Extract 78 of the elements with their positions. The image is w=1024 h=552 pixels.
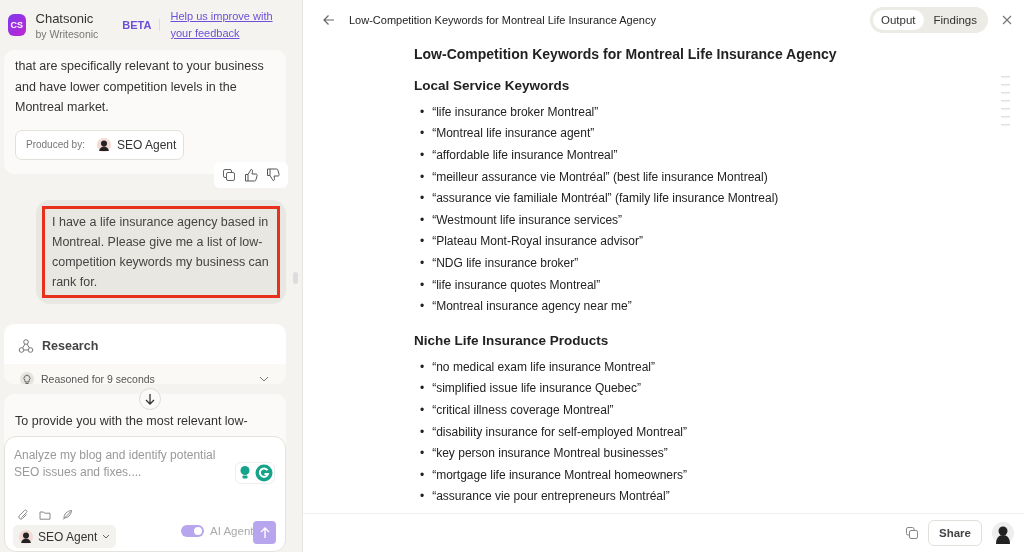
thumbs-down-icon[interactable] <box>266 167 280 182</box>
agent-avatar-icon <box>96 137 111 152</box>
keyword-item: “key person insurance Montreal businesses” <box>432 445 668 462</box>
chevron-icon <box>102 533 111 540</box>
bullet: • <box>420 488 425 505</box>
keyword-item: “life insurance broker Montreal” <box>432 103 599 120</box>
keyword-item: “affordable life insurance Montreal” <box>432 147 618 163</box>
folder-icon[interactable] <box>39 509 51 521</box>
reasoning-row[interactable]: Reasoned for 9 seconds <box>4 363 286 384</box>
keyword-item: “assurance vie familiale Montréal” (family life insurance Montreal) <box>432 190 779 207</box>
keyword-item: “NDG life insurance broker” <box>432 254 579 271</box>
keyword-item: “life insurance quotes Montreal” <box>432 276 601 293</box>
keyword-item: “assurance vie pour entrepreneurs Montréal” <box>432 488 670 505</box>
bullet: • <box>420 233 425 250</box>
bullet: • <box>420 147 425 163</box>
bullet: • <box>420 125 425 142</box>
back-arrow-icon[interactable] <box>323 14 335 26</box>
arrow-up-icon <box>259 526 270 539</box>
keyword-item: “Montreal insurance agency near me” <box>432 298 632 315</box>
bullet: • <box>420 211 425 228</box>
send-button[interactable] <box>253 521 276 544</box>
bullet: • <box>420 190 425 207</box>
feather-icon[interactable] <box>61 509 73 521</box>
bullet: • <box>420 466 425 483</box>
section-heading: Niche Life Insurance Products <box>414 332 610 348</box>
toggle-switch[interactable] <box>181 525 204 537</box>
keyword-item: “mortgage life insurance Montreal homeowners” <box>432 466 687 483</box>
reasoning-status: Reasoned for 9 seconds <box>41 372 156 384</box>
view-tab[interactable]: Output <box>873 10 924 30</box>
keyword-item: “Westmount life insurance services” <box>432 211 623 228</box>
message-composer[interactable]: Analyze my blog and identify potential SEO issues and fixes.... SEO Agent AI Agent <box>4 436 286 552</box>
arrow-down-icon <box>145 393 155 405</box>
toggle-label: AI Agent <box>210 525 254 537</box>
agent-avatar-icon <box>19 529 33 544</box>
keyword-item: “disability insurance for self-employed Montreal” <box>432 423 687 440</box>
bullet: • <box>420 103 425 120</box>
view-tab[interactable]: Findings <box>925 10 985 30</box>
feedback-link[interactable]: Help us improve with your feedback <box>170 8 282 42</box>
section-heading: Local Service Keywords <box>414 78 571 93</box>
agent-name: SEO Agent <box>116 137 177 152</box>
copy-icon[interactable] <box>222 167 236 182</box>
reply-text: To provide you with the most relevant low- <box>15 414 249 428</box>
bullet: • <box>420 380 425 397</box>
bullet: • <box>420 401 425 418</box>
app-name: Chatsonic <box>35 10 95 26</box>
keyword-item: “Plateau Mont-Royal insurance advisor” <box>432 233 643 250</box>
user-avatar-icon <box>992 522 1014 544</box>
share-button[interactable]: Share <box>928 520 982 546</box>
bullet: • <box>420 276 425 293</box>
produced-by-label: Produced by: <box>26 139 85 150</box>
copy-icon[interactable] <box>906 527 919 539</box>
keyword-item: “simplified issue life insurance Quebec” <box>432 380 641 397</box>
assistant-message: that are specifically relevant to your business and have lower competition levels in the Montreal market. <box>15 58 265 116</box>
app-byline: by Writesonic <box>35 27 99 40</box>
keyword-item: “critical illness coverage Montreal” <box>432 401 614 418</box>
app-logo: CS <box>8 14 26 36</box>
keyword-item: “meilleur assurance vie Montréal” (best life insurance Montreal) <box>432 168 768 185</box>
grammar-assistant-icon[interactable] <box>255 464 273 482</box>
close-icon[interactable] <box>1002 15 1012 25</box>
research-title: Research <box>42 338 99 353</box>
bullet: • <box>420 358 425 375</box>
lightbulb-icon <box>20 371 34 384</box>
keyword-item: “Montreal life insurance agent” <box>432 125 595 142</box>
scroll-down-button[interactable] <box>139 388 161 410</box>
bullet: • <box>420 298 425 315</box>
keyword-item: “no medical exam life insurance Montreal” <box>432 358 655 375</box>
beta-badge: BETA <box>122 19 161 31</box>
webhook-icon <box>18 337 34 354</box>
document-heading: Low-Competition Keywords for Montreal Life Insurance Agency <box>414 46 838 62</box>
agent-dropdown[interactable]: SEO Agent <box>13 525 117 548</box>
document-title: Low-Competition Keywords for Montreal Life Insurance Agency <box>349 14 657 26</box>
bullet: • <box>420 445 425 462</box>
bullet: • <box>420 168 425 185</box>
bullet: • <box>420 254 425 271</box>
thumbs-up-icon[interactable] <box>244 167 258 182</box>
paperclip-icon[interactable] <box>17 509 29 521</box>
bullet: • <box>420 423 425 440</box>
user-message: I have a life insurance agency based in Montreal. Please give me a list of low-competition keywords my business can rank for. <box>42 205 280 298</box>
